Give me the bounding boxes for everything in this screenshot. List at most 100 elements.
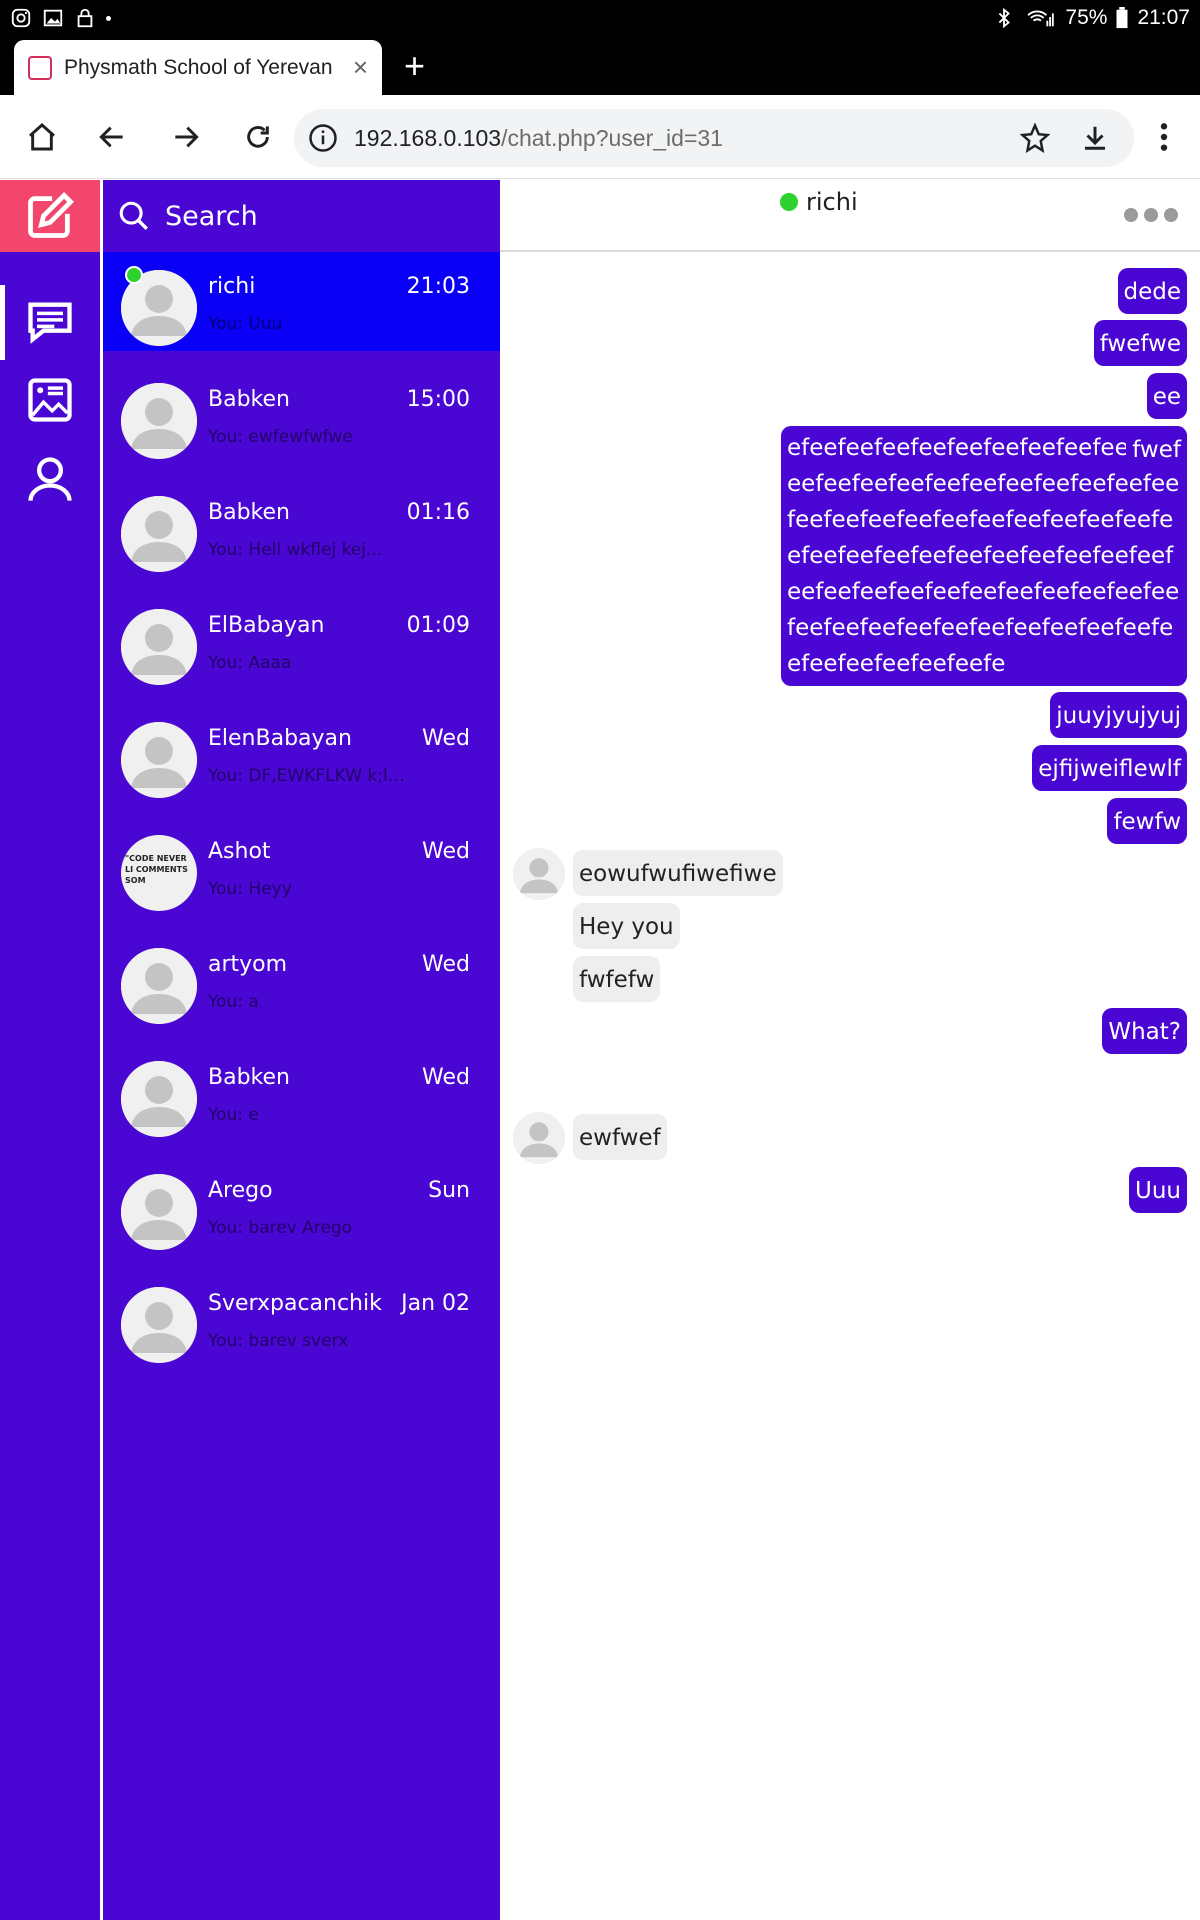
battery-icon <box>1116 7 1128 29</box>
conversation-item[interactable]: Arego Sun You: barev Arego <box>103 1156 500 1255</box>
sent-message: ejfijweiflewlf <box>1032 745 1187 791</box>
forward-arrow-icon[interactable] <box>166 117 206 157</box>
avatar <box>121 383 197 459</box>
sent-message: Uuu <box>1129 1167 1187 1213</box>
tab-strip: Physmath School of Yerevan × + <box>0 38 1200 95</box>
nav-rail <box>0 180 100 1920</box>
avatar <box>121 1174 197 1250</box>
back-arrow-icon[interactable] <box>92 117 132 157</box>
gallery-icon <box>43 9 63 27</box>
conversation-name: Sverxpacanchik <box>208 1291 382 1316</box>
conversation-preview: You: Heyy <box>208 879 292 899</box>
avatar: "CODE NEVER LI COMMENTS SOM <box>121 835 197 911</box>
profile-nav-item[interactable] <box>0 443 100 515</box>
browser-toolbar: 192.168.0.103/chat.php?user_id=31 <box>0 95 1200 179</box>
wifi-signal-icon <box>1027 10 1055 27</box>
conversation-time: 15:00 <box>406 387 470 412</box>
online-status-dot <box>125 266 143 284</box>
tab-title: Physmath School of Yerevan <box>64 55 333 79</box>
instagram-icon <box>11 8 31 28</box>
lock-icon <box>77 8 93 28</box>
search-bar[interactable]: Search <box>103 180 500 252</box>
conversation-time: 21:03 <box>406 274 470 299</box>
sent-message: fwef <box>1126 426 1187 472</box>
bookmark-star-icon[interactable] <box>1020 123 1050 153</box>
conversation-preview: You: Aaaa <box>208 653 292 673</box>
conversation-name: Babken <box>208 500 290 525</box>
close-tab-icon[interactable]: × <box>353 52 368 83</box>
received-message: ewfwef <box>573 1114 667 1160</box>
sent-message: ee <box>1146 373 1187 419</box>
conversation-item[interactable]: "CODE NEVER LI COMMENTS SOM Ashot Wed You: … <box>103 817 500 916</box>
gallery-nav-item[interactable] <box>0 364 100 436</box>
avatar <box>121 496 197 572</box>
conversation-item[interactable]: ElBabayan 01:09 You: Aaaa <box>103 591 500 690</box>
sender-avatar <box>513 848 565 900</box>
contact-name: richi <box>806 188 858 216</box>
sender-avatar <box>513 1112 565 1164</box>
conversation-name: artyom <box>208 952 288 977</box>
reload-icon[interactable] <box>238 117 278 157</box>
avatar <box>121 609 197 685</box>
compose-button[interactable] <box>0 180 100 252</box>
conversation-name: richi <box>208 274 256 299</box>
conversation-time: Wed <box>422 726 470 751</box>
received-message: eowufwufiwefiwe <box>573 850 783 896</box>
new-tab-icon[interactable]: + <box>404 48 425 84</box>
conversation-item[interactable]: artyom Wed You: a <box>103 930 500 1029</box>
url-path: /chat.php?user_id=31 <box>501 124 723 151</box>
message-thread: dede fwefwe ee efeefeefeefeefeefeefeefeefee… <box>500 254 1200 1920</box>
sent-message: What? <box>1102 1008 1187 1054</box>
received-message: Hey you <box>573 903 680 949</box>
conversation-preview: You: DF,EWKFLKW k;lk... <box>208 766 408 786</box>
conversation-item[interactable]: Babken 15:00 You: ewfewfwfwe <box>103 365 500 464</box>
online-status-dot <box>780 193 798 211</box>
avatar-meme-text: "CODE NEVER LI COMMENTS SOM <box>125 854 188 885</box>
photo-card-icon <box>28 378 72 422</box>
conversation-preview: You: Hell wkflej kej... <box>208 540 383 560</box>
info-icon[interactable] <box>308 123 338 153</box>
chat-header: richi <box>500 180 1200 252</box>
sent-message: fewfw <box>1107 798 1187 844</box>
conversation-preview: You: barev sverx <box>208 1331 349 1351</box>
conversation-time: Wed <box>422 952 470 977</box>
conversation-list: Search richi 21:03 You: Uuu Babken 15:00 You:… <box>103 180 500 1920</box>
download-icon[interactable] <box>1080 123 1110 153</box>
avatar <box>121 1287 197 1363</box>
conversation-name: ElenBabayan <box>208 726 352 751</box>
more-options-icon[interactable] <box>1124 208 1178 222</box>
url-text: 192.168.0.103/chat.php?user_id=31 <box>354 125 1020 152</box>
conversation-time: Wed <box>422 1065 470 1090</box>
search-icon <box>119 201 148 230</box>
overflow-menu-icon[interactable] <box>1144 117 1184 157</box>
conversation-time: 01:16 <box>406 500 470 525</box>
school-favicon-icon <box>28 55 52 80</box>
address-bar[interactable]: 192.168.0.103/chat.php?user_id=31 <box>294 109 1134 167</box>
conversation-preview: You: Uuu <box>208 314 283 334</box>
home-icon[interactable] <box>22 117 62 157</box>
conversation-item[interactable]: ElenBabayan Wed You: DF,EWKFLKW k;lk... <box>103 704 500 803</box>
conversation-time: Jan 02 <box>401 1291 470 1316</box>
bluetooth-icon <box>999 7 1011 29</box>
compose-icon <box>28 192 74 238</box>
conversation-name: Babken <box>208 387 290 412</box>
url-host: 192.168.0.103 <box>354 124 502 151</box>
browser-tab[interactable]: Physmath School of Yerevan × <box>14 40 382 95</box>
chat-title: richi <box>780 188 858 216</box>
conversation-preview: You: ewfewfwfwe <box>208 427 353 447</box>
received-message: fwfefw <box>573 956 661 1002</box>
conversation-item[interactable]: Sverxpacanchik Jan 02 You: barev sverx <box>103 1269 500 1368</box>
notification-dot-icon <box>106 15 111 21</box>
clock: 21:07 <box>1137 6 1190 29</box>
conversation-item[interactable]: Babken 01:16 You: Hell wkflej kej... <box>103 478 500 577</box>
conversation-item[interactable]: Babken Wed You: e <box>103 1043 500 1142</box>
conversation-item[interactable]: richi 21:03 You: Uuu <box>103 252 500 351</box>
conversation-name: Babken <box>208 1065 290 1090</box>
chats-nav-item[interactable] <box>0 286 100 358</box>
conversation-time: Sun <box>428 1178 470 1203</box>
search-label: Search <box>165 200 258 232</box>
conversation-preview: You: a <box>208 992 259 1012</box>
avatar <box>121 948 197 1024</box>
avatar <box>121 722 197 798</box>
conversation-preview: You: e <box>208 1105 259 1125</box>
